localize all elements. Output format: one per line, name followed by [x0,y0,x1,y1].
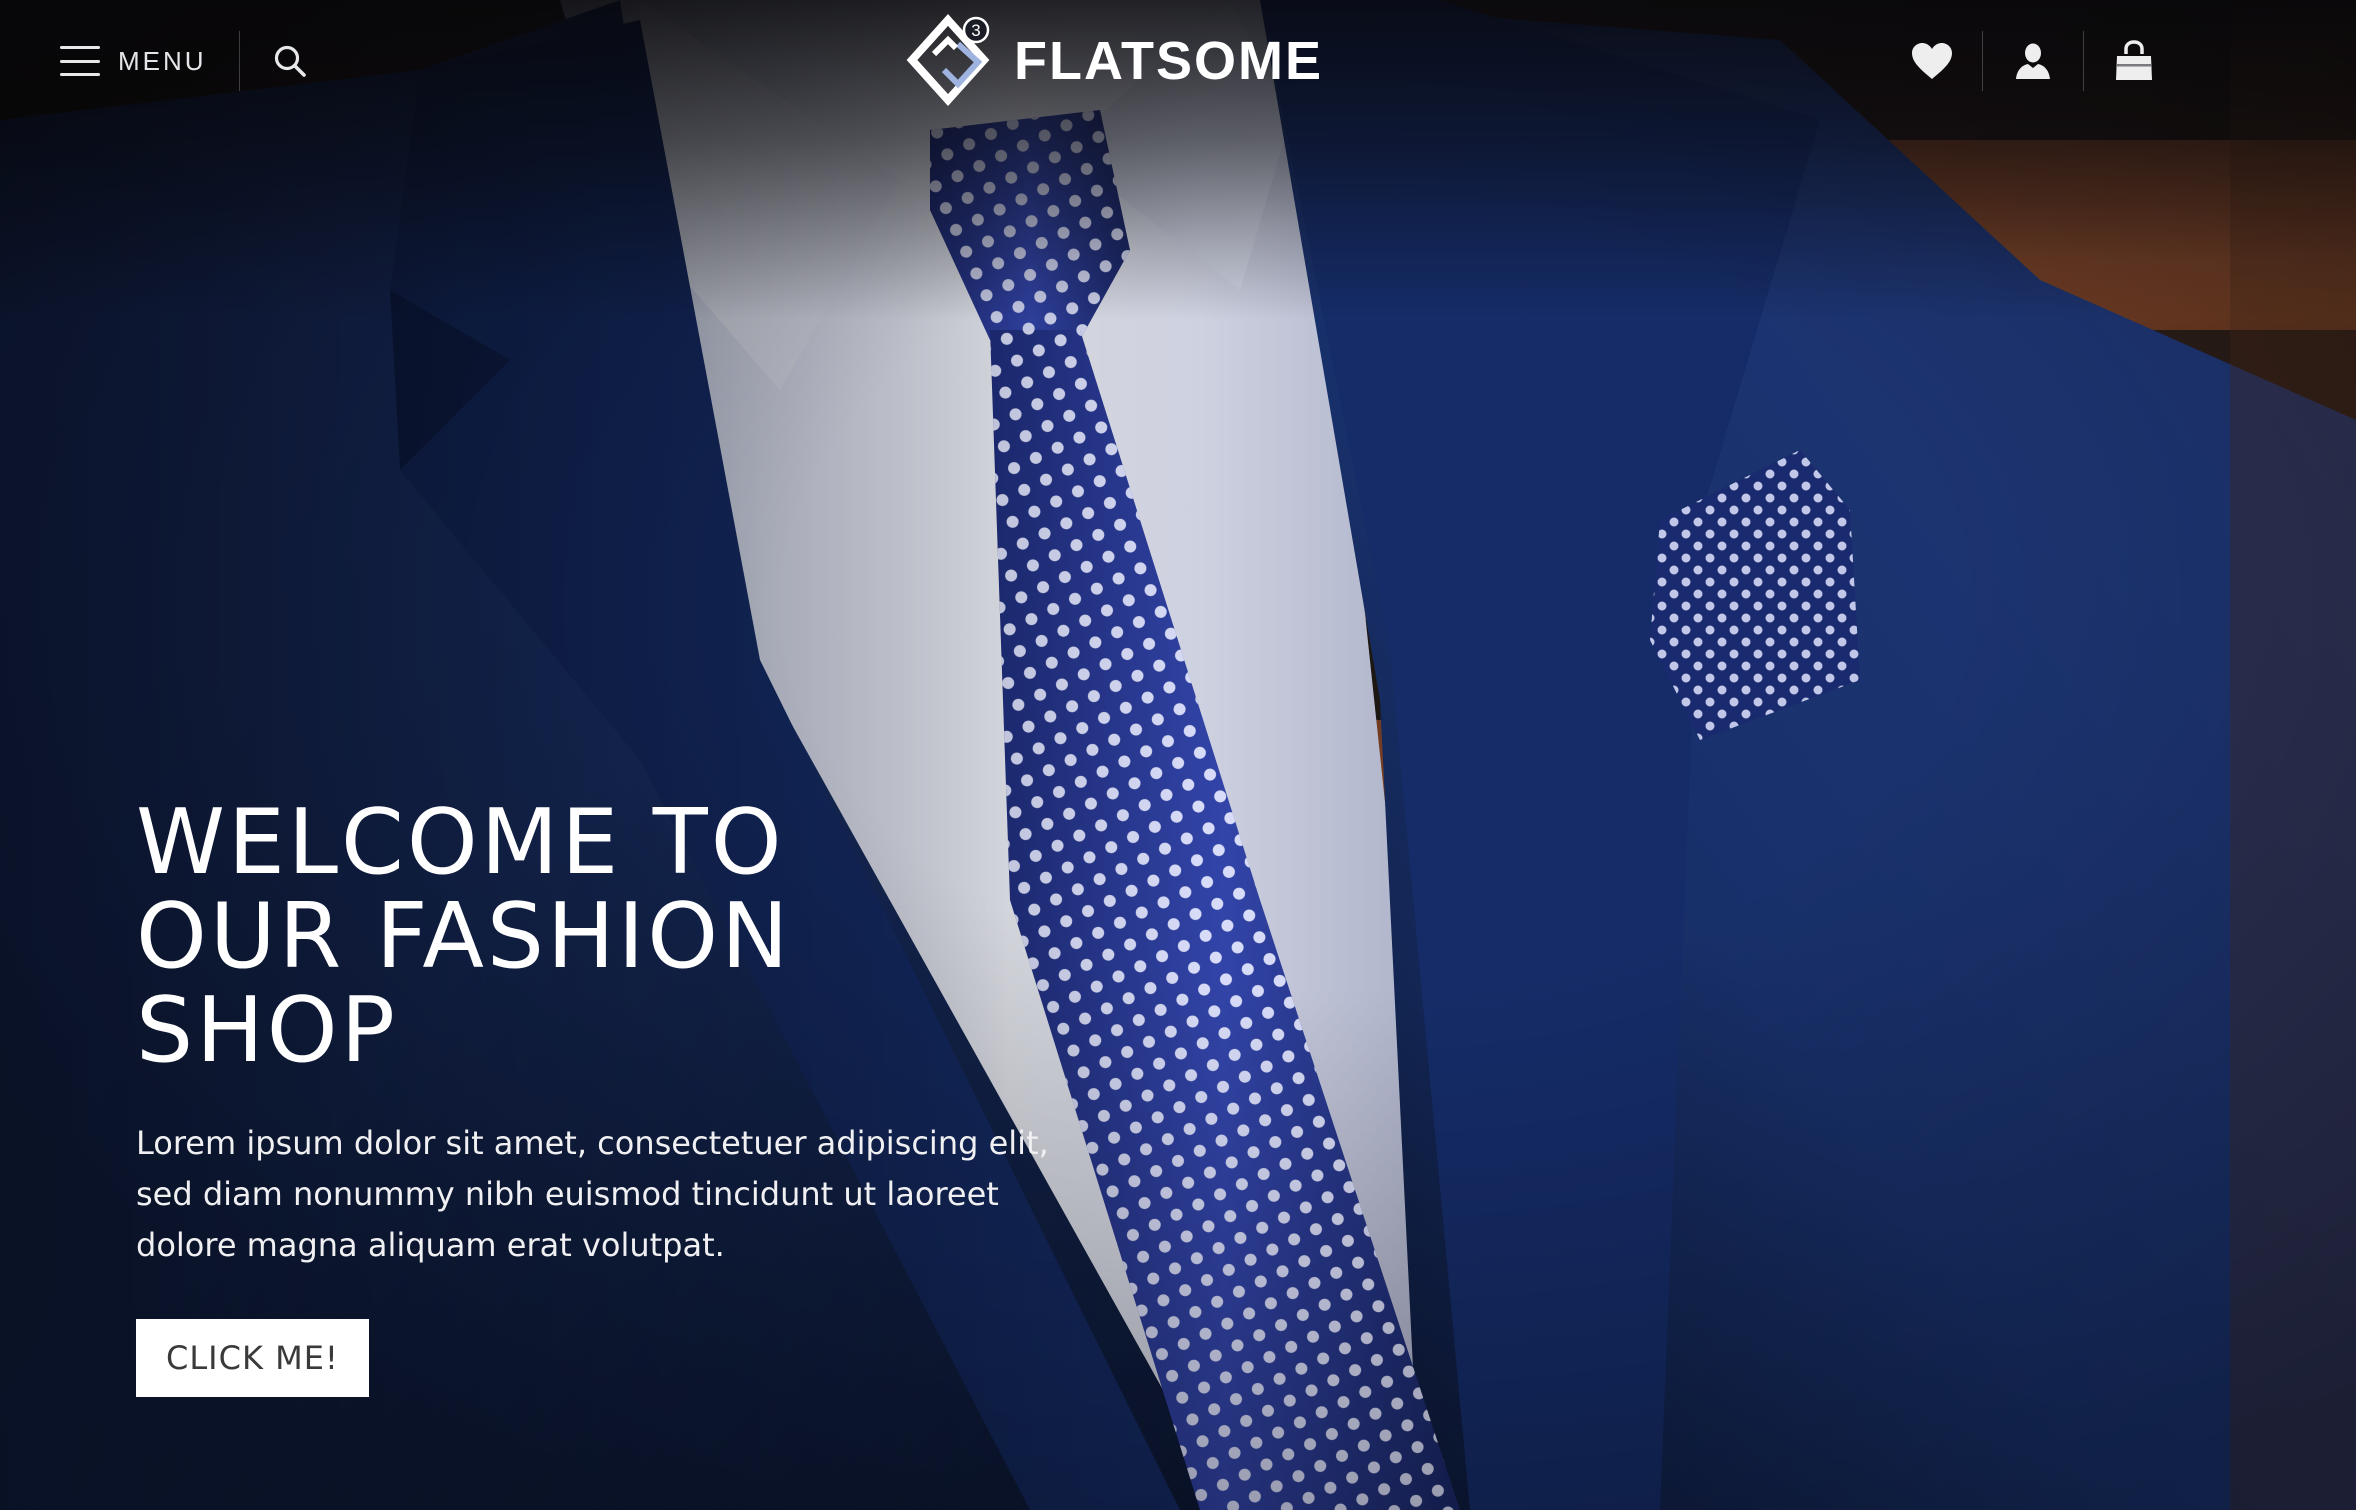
wishlist-button[interactable] [1902,31,1962,91]
hero-description: Lorem ipsum dolor sit amet, consectetuer… [136,1124,1049,1264]
hero-section: MENU 3 FLATSOME WELCOME TO OUR FASHION S… [0,0,2356,1510]
hero-title-line: SHOP [136,978,398,1083]
site-header: MENU 3 FLATSOME [0,0,2356,122]
shopping-bag-icon [2116,40,2152,80]
cart-button[interactable] [2104,31,2164,91]
logo-badge: 3 [971,21,980,40]
menu-label: MENU [118,45,207,76]
user-icon [2016,43,2050,79]
hero-title: WELCOME TO OUR FASHION SHOP [136,796,1036,1078]
menu-button[interactable]: MENU [60,0,207,122]
header-divider [1982,31,1983,91]
header-divider [238,31,240,91]
account-button[interactable] [2003,31,2063,91]
heart-icon [1912,43,1952,79]
logo-icon: 3 [904,14,1000,108]
hamburger-icon [60,46,100,76]
search-icon [274,45,306,77]
search-button[interactable] [268,39,312,83]
logo-text: FLATSOME [1014,31,1323,91]
hero-content: WELCOME TO OUR FASHION SHOP Lorem ipsum … [136,796,1136,1397]
header-divider [2083,31,2084,91]
cta-button[interactable]: CLICK ME! [136,1319,369,1397]
header-right-nav [1902,0,2164,122]
hero-title-line: WELCOME TO [136,790,785,895]
hero-title-line: OUR FASHION [136,884,792,989]
header-left-nav: MENU [60,0,312,122]
site-logo[interactable]: 3 FLATSOME [904,14,1323,108]
